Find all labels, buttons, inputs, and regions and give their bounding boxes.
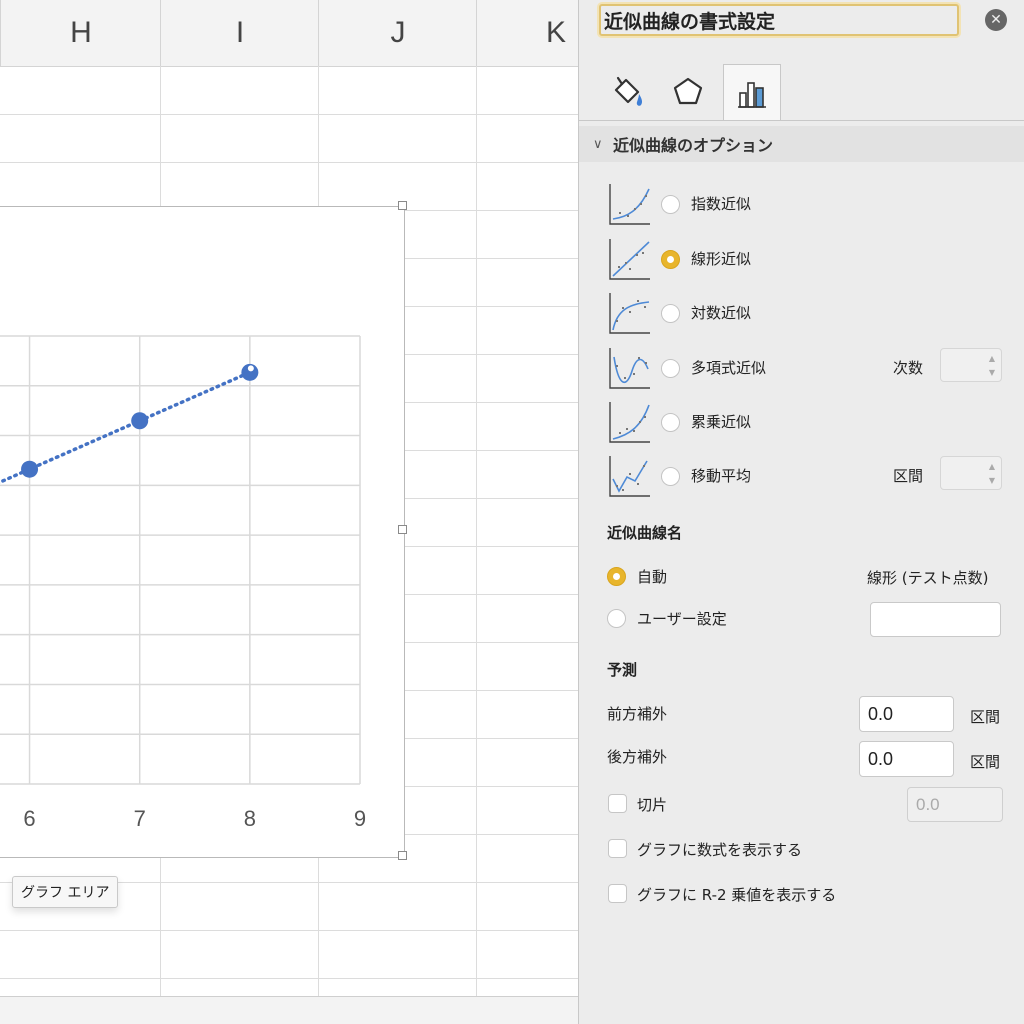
display-equation-checkbox[interactable] — [608, 839, 627, 858]
bar-chart-options-icon — [738, 81, 766, 108]
auto-name-value: 線形 (テスト点数) — [867, 569, 989, 587]
backward-input[interactable]: 0.0 — [859, 741, 954, 777]
trendline-selection-handle — [246, 364, 255, 373]
spreadsheet-grid[interactable]: H I J K 6 7 8 9 グラフ エリア — [0, 0, 578, 1024]
x-tick-label: 6 — [23, 806, 35, 831]
grid-line — [0, 930, 578, 931]
chart-area-tooltip: グラフ エリア — [12, 876, 119, 908]
label-exponential: 指数近似 — [691, 195, 752, 213]
column-header-bar: H I J K — [0, 0, 578, 67]
intercept-checkbox[interactable] — [608, 794, 627, 813]
tab-fill[interactable] — [599, 64, 657, 120]
radio-power[interactable] — [661, 413, 680, 432]
radio-logarithmic[interactable] — [661, 304, 680, 323]
x-tick-label: 9 — [354, 806, 366, 831]
column-header-h[interactable]: H — [0, 0, 161, 66]
forecast-heading: 予測 — [607, 661, 638, 679]
custom-name-input[interactable] — [870, 602, 1001, 637]
close-icon[interactable]: ✕ — [985, 9, 1007, 31]
linear-icon — [609, 239, 650, 280]
intercept-input[interactable]: 0.0 — [907, 787, 1003, 822]
tab-effects[interactable] — [659, 64, 717, 120]
trend-option-moving-average[interactable]: 移動平均 区間 ▲ ▼ — [607, 453, 1017, 499]
grid-line — [0, 114, 578, 115]
trend-option-exponential[interactable]: 指数近似 — [607, 181, 1017, 227]
scatter-chart[interactable]: 6 7 8 9 — [0, 207, 404, 857]
label-linear: 線形近似 — [691, 250, 752, 268]
resize-handle-right[interactable] — [398, 525, 407, 534]
polynomial-icon — [609, 348, 650, 389]
power-icon — [609, 402, 650, 443]
radio-moving-average[interactable] — [661, 467, 680, 486]
data-point — [131, 412, 149, 430]
backward-unit: 区間 — [970, 753, 1001, 771]
pentagon-effects-icon — [673, 77, 703, 105]
grid-line — [0, 162, 578, 163]
logarithmic-icon — [609, 293, 650, 334]
column-header-j[interactable]: J — [318, 0, 477, 66]
label-polynomial: 多項式近似 — [691, 359, 767, 377]
stepper-down-icon[interactable]: ▼ — [989, 368, 995, 377]
tab-divider — [579, 120, 1024, 121]
order-label: 次数 — [893, 359, 924, 377]
trend-option-polynomial[interactable]: 多項式近似 次数 ▲ ▼ — [607, 345, 1017, 391]
pane-title: 近似曲線の書式設定 — [599, 4, 959, 36]
resize-handle-top-right[interactable] — [398, 201, 407, 210]
display-equation-label: グラフに数式を表示する — [637, 841, 803, 859]
label-name-custom: ユーザー設定 — [637, 610, 727, 628]
period-label: 区間 — [893, 467, 924, 485]
data-point — [21, 460, 39, 478]
forward-input[interactable]: 0.0 — [859, 696, 954, 732]
tab-trendline-options[interactable] — [723, 64, 781, 120]
stepper-down-icon[interactable]: ▼ — [989, 476, 995, 485]
radio-name-auto[interactable] — [607, 567, 626, 586]
trend-option-logarithmic[interactable]: 対数近似 — [607, 290, 1017, 336]
chart-area[interactable]: 6 7 8 9 — [0, 206, 405, 858]
stepper-up-icon[interactable]: ▲ — [989, 354, 995, 363]
forward-label: 前方補外 — [607, 705, 668, 723]
column-header-i[interactable]: I — [160, 0, 319, 66]
trendline-name-heading: 近似曲線名 — [607, 524, 683, 542]
backward-label: 後方補外 — [607, 748, 668, 766]
trend-option-power[interactable]: 累乗近似 — [607, 399, 1017, 445]
moving-average-icon — [609, 456, 650, 497]
section-title: 近似曲線のオプション — [613, 136, 774, 155]
label-power: 累乗近似 — [691, 413, 752, 431]
radio-polynomial[interactable] — [661, 359, 680, 378]
radio-name-custom[interactable] — [607, 609, 626, 628]
format-trendline-pane: 近似曲線の書式設定 ✕ ∨ 近似曲線のオプション 指数近似 線形近似 対数近似 … — [578, 0, 1024, 1024]
display-r2-checkbox[interactable] — [608, 884, 627, 903]
x-tick-label: 7 — [134, 806, 146, 831]
radio-linear[interactable] — [661, 250, 680, 269]
section-header-trendline-options[interactable]: ∨ 近似曲線のオプション — [579, 126, 1024, 162]
order-stepper[interactable]: ▲ ▼ — [940, 348, 1002, 382]
label-moving-average: 移動平均 — [691, 467, 752, 485]
period-stepper[interactable]: ▲ ▼ — [940, 456, 1002, 490]
stepper-up-icon[interactable]: ▲ — [989, 462, 995, 471]
sheet-bottom-bar — [0, 996, 578, 1024]
intercept-label: 切片 — [637, 796, 668, 814]
grid-line — [0, 978, 578, 979]
fill-icon — [614, 76, 643, 106]
display-r2-label: グラフに R-2 乗値を表示する — [637, 886, 837, 904]
trend-option-linear[interactable]: 線形近似 — [607, 236, 1017, 282]
column-header-k[interactable]: K — [476, 0, 578, 66]
label-logarithmic: 対数近似 — [691, 304, 752, 322]
grid-line — [476, 66, 477, 996]
label-name-auto: 自動 — [637, 568, 668, 586]
exponential-icon — [609, 184, 650, 225]
radio-exponential[interactable] — [661, 195, 680, 214]
chevron-down-icon: ∨ — [593, 136, 603, 152]
x-tick-label: 8 — [244, 806, 256, 831]
forward-unit: 区間 — [970, 708, 1001, 726]
resize-handle-bottom-right[interactable] — [398, 851, 407, 860]
